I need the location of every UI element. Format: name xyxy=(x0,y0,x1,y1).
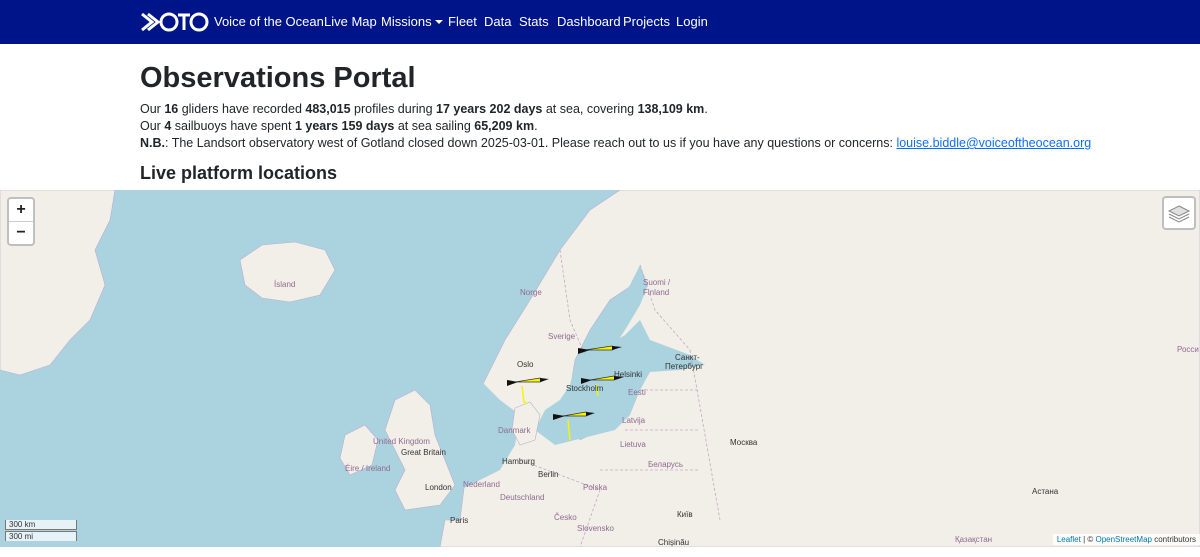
map-label-paris: Paris xyxy=(450,516,469,525)
map-label-slovensko: Slovensko xyxy=(577,524,614,533)
map-label-danmark: Danmark xyxy=(498,426,531,435)
nav-fleet[interactable]: Fleet xyxy=(448,14,477,29)
map-label-moskva: Москва xyxy=(730,438,758,447)
sailbuoy-stats: Our 4 sailbuoys have spent 1 years 159 d… xyxy=(140,119,538,133)
map-label-berlin: Berlin xyxy=(538,470,559,479)
map-label-kazakhstan: Қазақстан xyxy=(955,535,993,544)
section-title: Live platform locations xyxy=(140,163,338,183)
map-label-norge: Norge xyxy=(520,288,542,297)
map-label-polska: Polska xyxy=(583,483,608,492)
map-tiles xyxy=(0,190,1200,547)
map-label-eesti: Eesti xyxy=(628,388,646,397)
live-map[interactable]: Ísland Norge Sverige Suomi / Finland Osl… xyxy=(0,190,1200,547)
brand-name[interactable]: Voice of the Ocean xyxy=(214,14,324,29)
voto-logo[interactable] xyxy=(140,10,210,34)
glider-stats: Our 16 gliders have recorded 483,015 pro… xyxy=(140,102,708,116)
map-label-helsinki: Helsinki xyxy=(614,370,643,379)
map-label-kyiv: Київ xyxy=(677,510,693,519)
zoom-control: + − xyxy=(7,197,35,246)
map-label-rossia: Росси xyxy=(1177,345,1199,354)
map-label-finland: Finland xyxy=(643,288,670,297)
layers-icon xyxy=(1167,205,1191,223)
map-label-oslo: Oslo xyxy=(517,360,534,369)
nav-missions-label: Missions xyxy=(381,14,432,29)
layers-button[interactable] xyxy=(1162,196,1196,230)
map-label-latvija: Latvija xyxy=(622,416,646,425)
page-title: Observations Portal xyxy=(140,62,416,94)
zoom-out-button[interactable]: − xyxy=(9,222,33,244)
nav-live-map[interactable]: Live Map xyxy=(324,14,377,29)
nav-dashboard[interactable]: Dashboard xyxy=(557,14,621,29)
map-label-island: Ísland xyxy=(274,280,296,289)
nav-projects[interactable]: Projects xyxy=(623,14,670,29)
notice: N.B.: The Landsort observatory west of G… xyxy=(140,136,1092,150)
map-label-spb2: Петербург xyxy=(665,362,704,371)
map-label-nederland: Nederland xyxy=(463,480,500,489)
nav-missions[interactable]: Missions xyxy=(381,14,443,29)
map-label-cesko: Česko xyxy=(554,513,577,522)
map-label-deutschland: Deutschland xyxy=(500,493,545,502)
leaflet-link[interactable]: Leaflet xyxy=(1057,535,1081,544)
map-label-chisinau: Chișinău xyxy=(658,538,690,547)
map-label-hamburg: Hamburg xyxy=(502,457,535,466)
map-label-stockholm: Stockholm xyxy=(566,384,604,393)
nav-stats[interactable]: Stats xyxy=(519,14,549,29)
map-label-astana: Астана xyxy=(1032,487,1059,496)
map-label-london: London xyxy=(425,483,452,492)
map-label-lietuva: Lietuva xyxy=(620,440,646,449)
scale-mi: 300 mi xyxy=(5,531,77,541)
contact-email-link[interactable]: louise.biddle@voiceoftheocean.org xyxy=(896,136,1091,150)
chevron-down-icon xyxy=(434,20,443,24)
map-label-uk: United Kingdom xyxy=(373,437,430,446)
nav-data[interactable]: Data xyxy=(484,14,511,29)
map-label-great-britain: Great Britain xyxy=(401,448,446,457)
scale-km: 300 km xyxy=(5,520,77,530)
map-label-suomi: Suomi / xyxy=(643,278,671,287)
map-attribution: Leaflet | © OpenStreetMap contributors xyxy=(1052,534,1200,545)
map-label-belarus: Беларусь xyxy=(648,460,683,469)
zoom-in-button[interactable]: + xyxy=(9,199,33,222)
top-navbar: Voice of the Ocean Live Map Missions Fle… xyxy=(0,0,1200,44)
osm-link[interactable]: OpenStreetMap xyxy=(1095,535,1151,544)
map-label-spb1: Санкт- xyxy=(675,353,700,362)
nav-login[interactable]: Login xyxy=(676,14,708,29)
map-label-eire: Éire / Ireland xyxy=(345,464,391,473)
map-label-sverige: Sverige xyxy=(548,332,576,341)
